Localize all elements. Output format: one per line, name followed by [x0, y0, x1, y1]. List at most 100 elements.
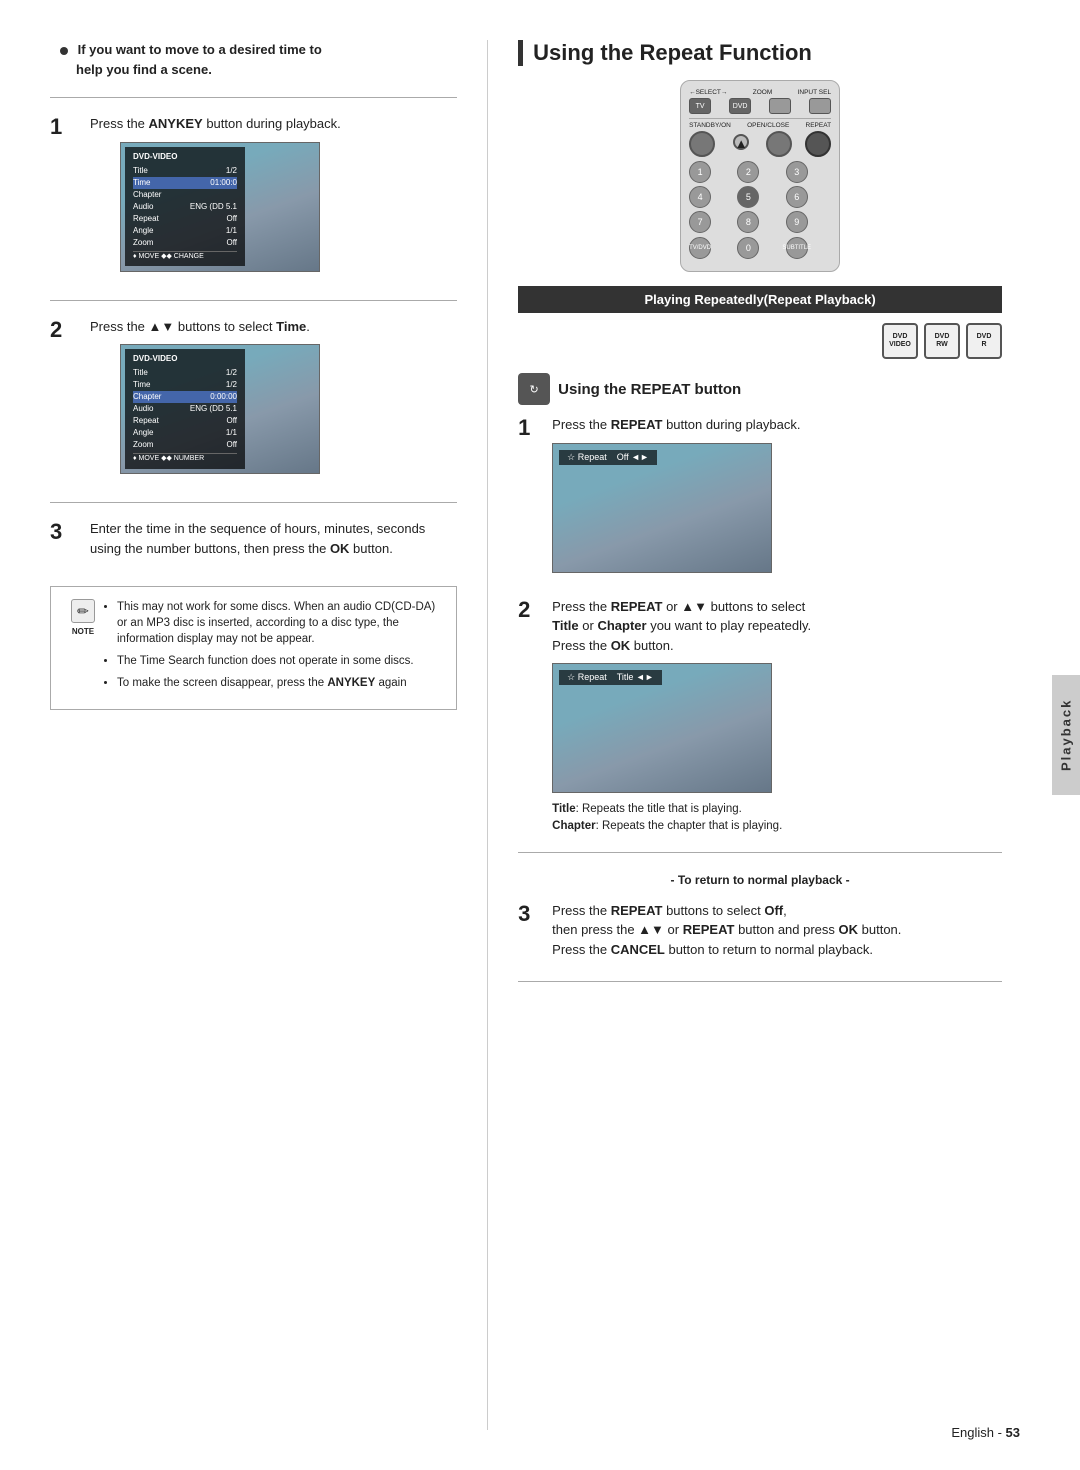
r-step2-bold3: Chapter: [597, 618, 646, 633]
repeat-button[interactable]: [805, 131, 831, 157]
remote-control: ←SELECT→ ZOOM INPUT SEL TV DVD STANDBY/O…: [680, 80, 840, 272]
page-language: English: [951, 1425, 994, 1440]
step-2-content: Press the ▲▼ buttons to select Time. DVD…: [90, 317, 457, 483]
right-divider-1: [518, 852, 1002, 853]
left-step-1: 1 Press the ANYKEY button during playbac…: [50, 114, 457, 280]
r-step3-bold3: REPEAT: [683, 922, 735, 937]
num-3-button[interactable]: 3: [786, 161, 808, 183]
inputsel-button[interactable]: [809, 98, 831, 114]
step2-text3: .: [306, 319, 310, 334]
remote-container: ←SELECT→ ZOOM INPUT SEL TV DVD STANDBY/O…: [518, 80, 1002, 272]
divider-2: [50, 300, 457, 301]
section-title: Using the Repeat Function: [518, 40, 1002, 66]
num-4-button[interactable]: 4: [689, 186, 711, 208]
r-step3-text7: button.: [858, 922, 901, 937]
power-button[interactable]: [689, 131, 715, 157]
repeat-label-2: ☆ Repeat: [567, 672, 607, 683]
tvdvd-button[interactable]: TV/DVD: [689, 237, 711, 259]
repeat-icon: ↻: [518, 373, 550, 405]
r-step2-bold1: REPEAT: [611, 599, 663, 614]
dvd-r-badge: DVDR: [966, 323, 1002, 359]
right-step-2: 2 Press the REPEAT or ▲▼ buttons to sele…: [518, 597, 1002, 836]
step-1-content: Press the ANYKEY button during playback.…: [90, 114, 457, 280]
note-item-1: This may not work for some discs. When a…: [117, 599, 444, 647]
r-step3-bold2: Off: [764, 903, 783, 918]
zoom-button[interactable]: [769, 98, 791, 114]
r-step2-text6: Press the: [552, 638, 611, 653]
normal-playback-banner: - To return to normal playback -: [518, 869, 1002, 891]
r-step3-text9: button to return to normal playback.: [665, 942, 873, 957]
right-step-1: 1 Press the REPEAT button during playbac…: [518, 415, 1002, 581]
r-step-2-content: Press the REPEAT or ▲▼ buttons to select…: [552, 597, 1002, 836]
r-step2-text2: or: [662, 599, 681, 614]
tv-button[interactable]: TV: [689, 98, 711, 114]
num-2-button[interactable]: 2: [737, 161, 759, 183]
osd-overlay-2: DVD-VIDEO Title1/2 Time1/2 Chapter0:00:0…: [125, 349, 245, 469]
right-step-3: 3 Press the REPEAT buttons to select Off…: [518, 901, 1002, 966]
r-step2-bold4: OK: [611, 638, 631, 653]
note-box: ✏ NOTE This may not work for some discs.…: [50, 586, 457, 710]
remote-power-row: ▲: [689, 131, 831, 157]
page-number: 53: [1006, 1425, 1020, 1440]
left-column: If you want to move to a desired time to…: [50, 40, 487, 1430]
r-step3-text1: Press the: [552, 903, 611, 918]
step3-text2: button.: [349, 541, 392, 556]
step2-text1: Press the: [90, 319, 149, 334]
num-1-button[interactable]: 1: [689, 161, 711, 183]
num-7-button[interactable]: 7: [689, 211, 711, 233]
r-step3-text3: ,: [783, 903, 787, 918]
r-step-number-1: 1: [518, 415, 544, 441]
num-0-button[interactable]: 0: [737, 237, 759, 259]
step2-text2: buttons to select: [174, 319, 276, 334]
repeat-screen-2: ☆ Repeat Title ◄►: [552, 663, 772, 793]
step1-bold1: ANYKEY: [149, 116, 203, 131]
r-step3-text6: button and press: [734, 922, 838, 937]
osd-overlay-1: DVD-VIDEO Title1/2 Time01:00:0 Chapter A…: [125, 147, 245, 267]
up-arrow-button[interactable]: ▲: [733, 134, 749, 150]
anykey-bold: ANYKEY: [327, 677, 375, 689]
step3-bold1: OK: [330, 541, 350, 556]
remote-standby-labels: STANDBY/ON OPEN/CLOSE REPEAT: [689, 122, 831, 129]
repeat-osd-1: ☆ Repeat Off ◄►: [559, 450, 657, 465]
r-step3-text5: or: [664, 922, 683, 937]
step-number-1: 1: [50, 114, 80, 140]
r-step2-text7: button.: [630, 638, 673, 653]
repeat-label-1: ☆ Repeat: [567, 452, 607, 463]
page-footer: English - 53: [951, 1425, 1020, 1440]
r-step3-bold1: REPEAT: [611, 903, 663, 918]
r-step1-text2: button during playback.: [662, 417, 800, 432]
step1-text1: Press the: [90, 116, 149, 131]
r-step2-text1: Press the: [552, 599, 611, 614]
disc-icons-row: DVDVIDEO DVDRW DVDR: [518, 323, 1002, 359]
r-step2-arrows: ▲▼: [681, 599, 707, 614]
caption-area: Title: Repeats the title that is playing…: [552, 801, 1002, 836]
repeat-osd-2: ☆ Repeat Title ◄►: [559, 670, 662, 685]
left-step-2: 2 Press the ▲▼ buttons to select Time. D…: [50, 317, 457, 483]
num-8-button[interactable]: 8: [737, 211, 759, 233]
dvd-rw-badge: DVDRW: [924, 323, 960, 359]
dvd-screen-1: DVD-VIDEO Title1/2 Time01:00:0 Chapter A…: [120, 142, 320, 272]
sub-section-repeat: ↻ Using the REPEAT button: [518, 373, 1002, 405]
num-6-button[interactable]: 6: [786, 186, 808, 208]
dvd-video-badge: DVDVIDEO: [882, 323, 918, 359]
caption-title-text: : Repeats the title that is playing.: [576, 803, 742, 815]
subtitle-button[interactable]: SUBTITLE: [786, 237, 808, 259]
dvd-button[interactable]: DVD: [729, 98, 751, 114]
note-label: NOTE: [72, 627, 94, 636]
open-close-button[interactable]: [766, 131, 792, 157]
r-step2-text4: or: [579, 618, 598, 633]
r-step3-bold5: CANCEL: [611, 942, 665, 957]
right-divider-2: [518, 981, 1002, 982]
remote-tv-dvd-row: TV DVD: [689, 98, 831, 114]
r-step-1-content: Press the REPEAT button during playback.…: [552, 415, 1002, 581]
divider-1: [50, 97, 457, 98]
remote-number-grid: 1 2 3 4 5 6 7 8 9: [689, 161, 831, 233]
note-text-area: This may not work for some discs. When a…: [103, 599, 444, 697]
num-5-button[interactable]: 5: [737, 186, 759, 208]
num-9-button[interactable]: 9: [786, 211, 808, 233]
caption-chapter-text: : Repeats the chapter that is playing.: [596, 820, 783, 832]
r-step3-text8: Press the: [552, 942, 611, 957]
r-step3-text2: buttons to select: [662, 903, 764, 918]
repeat-off-1: Off ◄►: [617, 452, 649, 463]
r-step2-text5: you want to play repeatedly.: [647, 618, 812, 633]
